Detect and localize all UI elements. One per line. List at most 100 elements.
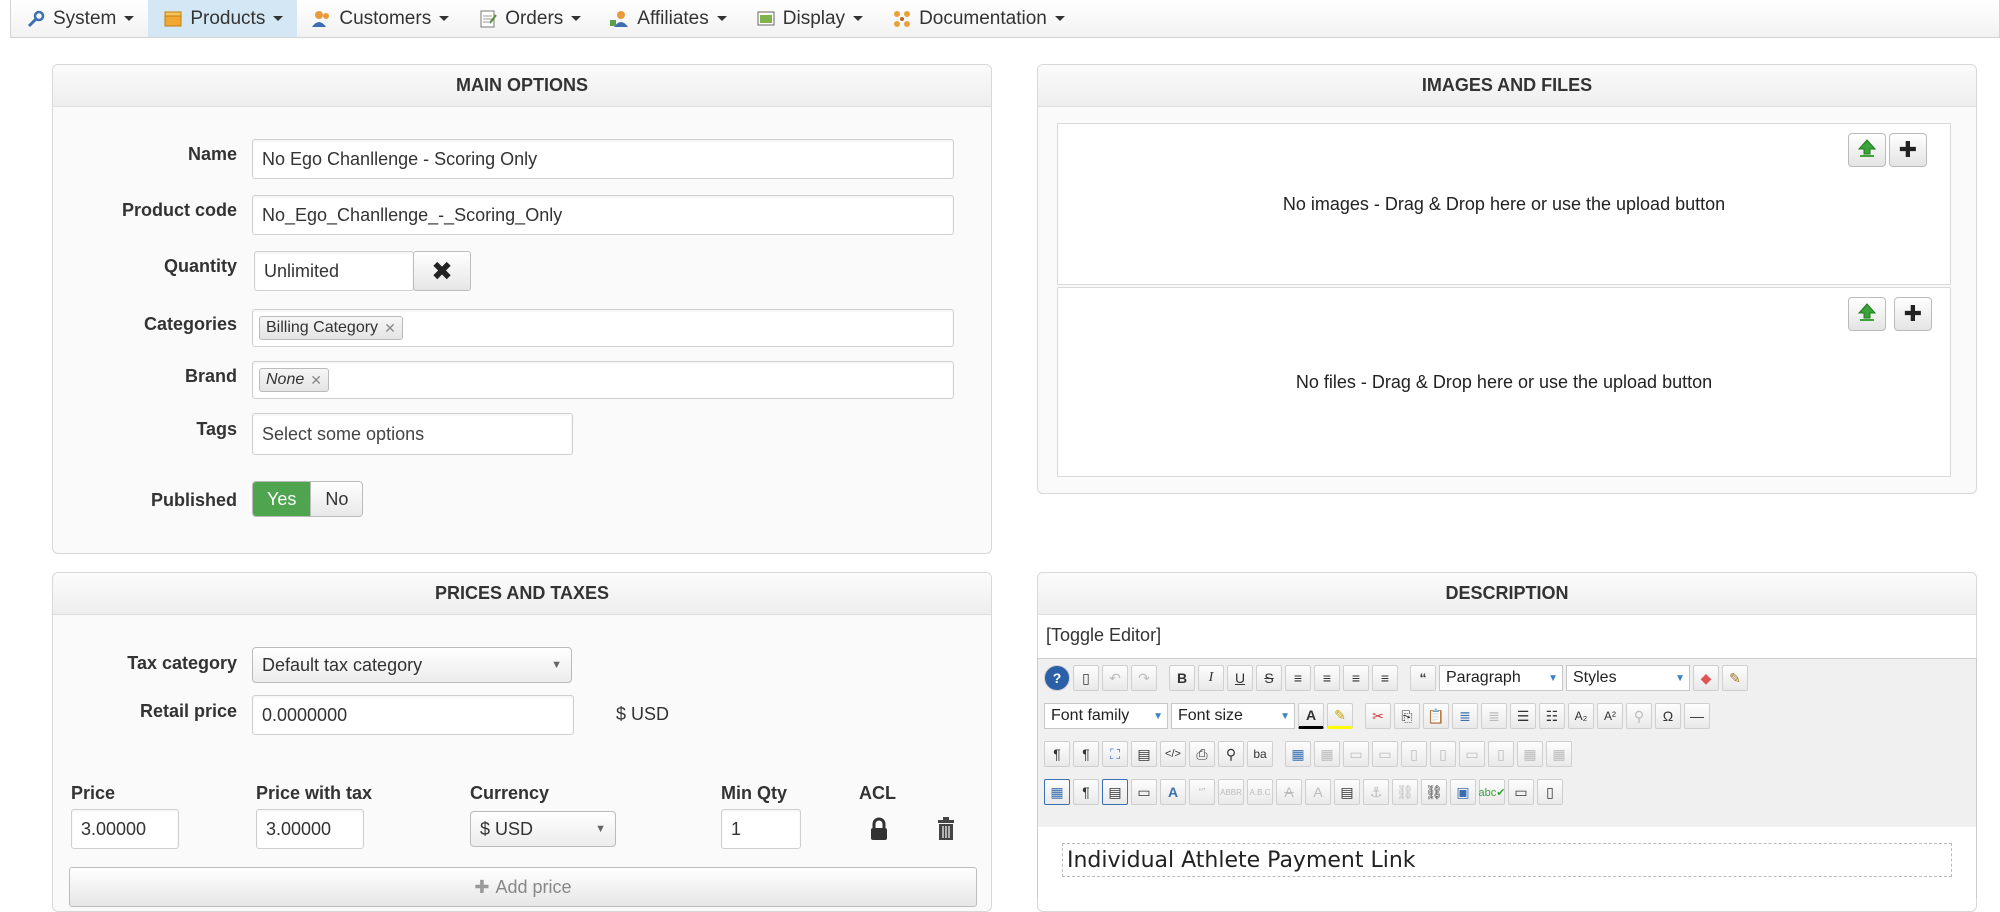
- ordered-list-icon[interactable]: ☰: [1510, 703, 1536, 729]
- toggle-editor-link[interactable]: [Toggle Editor]: [1046, 625, 1161, 646]
- price-with-tax-field[interactable]: 3.00000: [256, 809, 364, 849]
- currency-select[interactable]: $ USD ▼: [470, 811, 616, 847]
- blockquote-icon[interactable]: “: [1410, 665, 1436, 691]
- cut-icon[interactable]: ✂: [1365, 703, 1391, 729]
- table-icon[interactable]: ▦: [1285, 741, 1311, 767]
- template-icon[interactable]: ▤: [1102, 779, 1128, 805]
- price-field[interactable]: 3.00000: [71, 809, 179, 849]
- brush-icon[interactable]: ✎: [1722, 665, 1748, 691]
- preview-icon[interactable]: ▤: [1131, 741, 1157, 767]
- show-blocks-icon[interactable]: ¶: [1073, 779, 1099, 805]
- tax-category-select[interactable]: Default tax category ▼: [252, 647, 572, 683]
- cite-icon[interactable]: “”: [1189, 779, 1215, 805]
- print-icon[interactable]: ⎙: [1189, 741, 1215, 767]
- acronym-icon[interactable]: A.B.C: [1247, 779, 1273, 805]
- image-icon[interactable]: ▣: [1450, 779, 1476, 805]
- ltr-icon[interactable]: ¶: [1044, 741, 1070, 767]
- indent-center-icon[interactable]: ≣: [1452, 703, 1478, 729]
- link-icon[interactable]: ⚲: [1626, 703, 1652, 729]
- min-qty-field[interactable]: 1: [721, 809, 801, 849]
- upload-image-button[interactable]: [1848, 133, 1886, 167]
- editor-content-area[interactable]: Individual Athlete Payment Link: [1038, 827, 1976, 899]
- styleprops-icon[interactable]: A: [1160, 779, 1186, 805]
- menu-orders[interactable]: Orders: [463, 0, 595, 37]
- menu-affiliates[interactable]: Affiliates: [595, 0, 740, 37]
- pagebreak-icon[interactable]: ▭: [1131, 779, 1157, 805]
- upload-file-button[interactable]: [1848, 297, 1886, 331]
- media-icon[interactable]: ▯: [1537, 779, 1563, 805]
- name-field[interactable]: No Ego Chanllenge - Scoring Only: [252, 139, 954, 179]
- undo-icon[interactable]: ↶: [1102, 665, 1128, 691]
- replace-icon[interactable]: ba: [1247, 741, 1273, 767]
- remove-tag-icon[interactable]: ✕: [384, 320, 396, 337]
- lock-icon[interactable]: [868, 817, 890, 846]
- trash-icon[interactable]: [936, 817, 956, 846]
- merge-cells-icon[interactable]: ▦: [1517, 741, 1543, 767]
- styles-select[interactable]: Styles ▼: [1566, 665, 1690, 691]
- superscript-icon[interactable]: A²: [1597, 703, 1623, 729]
- col-after-icon[interactable]: ▯: [1430, 741, 1456, 767]
- menu-products[interactable]: Products: [148, 0, 298, 37]
- align-right-icon[interactable]: ≡: [1372, 665, 1398, 691]
- strikethrough-icon[interactable]: S: [1256, 665, 1282, 691]
- delete-table-icon[interactable]: ▦: [1314, 741, 1340, 767]
- delete-row-icon[interactable]: ▭: [1459, 741, 1485, 767]
- fullscreen-icon[interactable]: ⛶: [1102, 741, 1128, 767]
- italic-icon[interactable]: I: [1198, 665, 1224, 691]
- visual-aid-icon[interactable]: ▦: [1044, 779, 1070, 805]
- published-no-button[interactable]: No: [310, 482, 363, 516]
- redo-icon[interactable]: ↷: [1131, 665, 1157, 691]
- text-color-icon[interactable]: A: [1298, 703, 1324, 729]
- retail-price-field[interactable]: 0.0000000: [252, 695, 574, 735]
- align-center-icon[interactable]: ≡: [1314, 665, 1340, 691]
- product-code-field[interactable]: No_Ego_Chanllenge_-_Scoring_Only: [252, 195, 954, 235]
- copy-icon[interactable]: ⎘: [1394, 703, 1420, 729]
- add-file-button[interactable]: ✚: [1894, 297, 1932, 331]
- align-left-icon[interactable]: ≡: [1343, 665, 1369, 691]
- images-drop-zone[interactable]: No images - Drag & Drop here or use the …: [1057, 123, 1951, 285]
- code-icon[interactable]: </>: [1160, 741, 1186, 767]
- special-char-icon[interactable]: Ω: [1655, 703, 1681, 729]
- brand-field[interactable]: None ✕: [252, 361, 954, 399]
- font-size-select[interactable]: Font size ▼: [1171, 703, 1295, 729]
- help-icon[interactable]: ?: [1044, 665, 1070, 691]
- quantity-field[interactable]: Unlimited: [254, 251, 414, 291]
- published-yes-button[interactable]: Yes: [253, 482, 311, 516]
- add-image-button[interactable]: ✚: [1889, 133, 1927, 167]
- menu-display[interactable]: Display: [741, 0, 877, 37]
- menu-customers[interactable]: Customers: [297, 0, 463, 37]
- format-select[interactable]: Paragraph ▼: [1439, 665, 1563, 691]
- delete-col-icon[interactable]: ▯: [1488, 741, 1514, 767]
- col-before-icon[interactable]: ▯: [1401, 741, 1427, 767]
- paste-icon[interactable]: 📋: [1423, 703, 1449, 729]
- find-icon[interactable]: ⚲: [1218, 741, 1244, 767]
- eraser-icon[interactable]: ◆: [1693, 665, 1719, 691]
- underline-icon[interactable]: U: [1227, 665, 1253, 691]
- row-after-icon[interactable]: ▭: [1372, 741, 1398, 767]
- attributes-icon[interactable]: ▤: [1334, 779, 1360, 805]
- tags-field[interactable]: Select some options: [252, 413, 573, 455]
- insert-text-icon[interactable]: A: [1305, 779, 1331, 805]
- align-justify-icon[interactable]: ≡: [1285, 665, 1311, 691]
- anchor-icon[interactable]: ⚓: [1363, 779, 1389, 805]
- quantity-clear-button[interactable]: ✖: [413, 251, 471, 291]
- unlink-icon[interactable]: ⛓: [1392, 779, 1418, 805]
- unordered-list-icon[interactable]: ☷: [1539, 703, 1565, 729]
- subscript-icon[interactable]: A₂: [1568, 703, 1594, 729]
- horizontal-rule-icon[interactable]: —: [1684, 703, 1710, 729]
- rtl-icon[interactable]: ¶: [1073, 741, 1099, 767]
- font-family-select[interactable]: Font family ▼: [1044, 703, 1168, 729]
- split-cells-icon[interactable]: ▦: [1546, 741, 1572, 767]
- insert-link-icon[interactable]: ⛓: [1421, 779, 1447, 805]
- menu-documentation[interactable]: Documentation: [877, 0, 1079, 37]
- layer-icon[interactable]: ▭: [1508, 779, 1534, 805]
- editor-content-text[interactable]: Individual Athlete Payment Link: [1062, 843, 1952, 877]
- delete-text-icon[interactable]: A: [1276, 779, 1302, 805]
- new-document-icon[interactable]: ▯: [1073, 665, 1099, 691]
- spellcheck-icon[interactable]: abc✔: [1479, 779, 1505, 805]
- bold-icon[interactable]: B: [1169, 665, 1195, 691]
- menu-system[interactable]: System: [11, 0, 148, 37]
- abbr-icon[interactable]: ABBR: [1218, 779, 1244, 805]
- highlight-color-icon[interactable]: ✎: [1327, 703, 1353, 729]
- row-before-icon[interactable]: ▭: [1343, 741, 1369, 767]
